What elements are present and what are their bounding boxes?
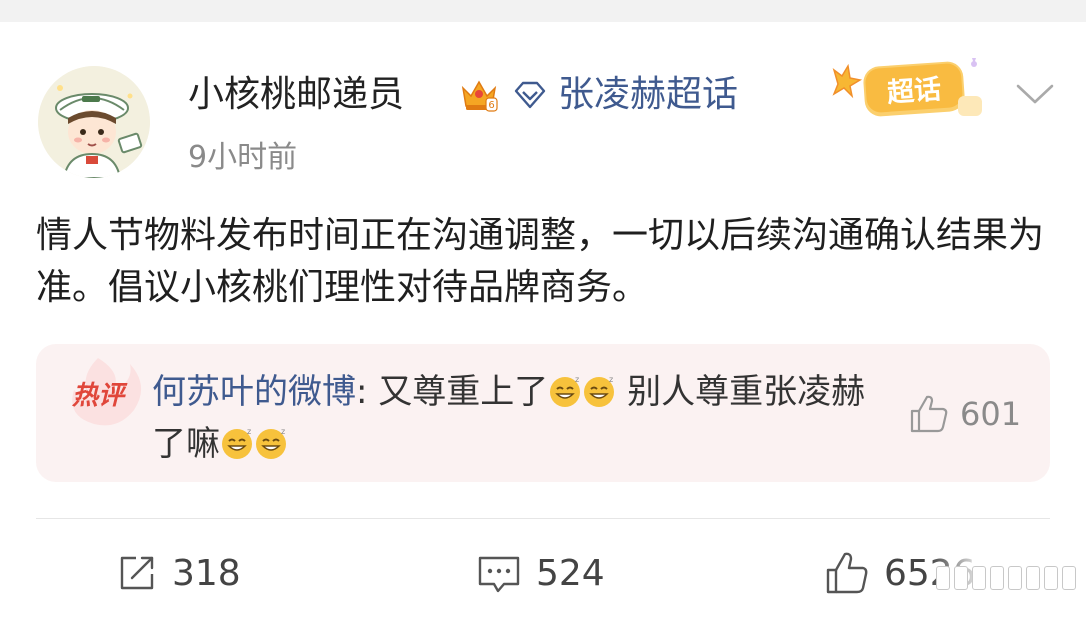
svg-text:z: z	[281, 427, 285, 436]
avatar-illustration	[38, 66, 150, 178]
svg-text:z: z	[575, 375, 579, 384]
hot-comment-body-1: 又尊重上了	[367, 372, 549, 412]
timestamp: 9小时前	[188, 140, 298, 175]
comment-icon	[478, 556, 520, 593]
supertopic-badge-icon[interactable]: 超话	[826, 48, 996, 132]
status-strip	[0, 0, 1086, 22]
hot-comment-text: 何苏叶的微博: 又尊重上了 z z 别人尊重张凌赫了嘛 z z	[152, 366, 872, 470]
username[interactable]: 小核桃邮递员	[188, 72, 404, 118]
hot-comment-like-button[interactable]: 601	[906, 390, 1021, 438]
comment-button[interactable]: 524	[474, 548, 605, 598]
hot-comment-like-count: 601	[960, 395, 1022, 433]
repost-count: 318	[172, 552, 241, 594]
post-text: 情人节物料发布时间正在沟通调整，一切以后续沟通确认结果为准。倡议小核桃们理性对待…	[36, 215, 1045, 308]
hot-comment-separator: :	[356, 372, 368, 412]
thumbs-up-icon	[910, 395, 948, 433]
supertopic-badge-label: 超话	[886, 74, 942, 109]
chevron-down-icon[interactable]	[1012, 76, 1058, 112]
divider	[36, 518, 1050, 519]
thumbs-up-icon	[826, 552, 868, 594]
svg-text:z: z	[609, 375, 613, 384]
hot-comment-tag: 热评	[71, 358, 142, 426]
hot-comment-card[interactable]: 热评 何苏叶的微博: 又尊重上了 z z 别人尊重张凌赫了嘛 z z 601	[36, 344, 1050, 482]
hot-comment-tag-label: 热评	[71, 381, 128, 411]
comment-count: 524	[536, 552, 605, 594]
svg-text:z: z	[247, 427, 251, 436]
repost-button[interactable]: 318	[114, 548, 241, 598]
supertopic-link[interactable]: 张凌赫超话	[558, 72, 738, 118]
crown-icon[interactable]: 6	[458, 74, 500, 116]
grin-emoji-icon: z	[550, 375, 581, 407]
grin-emoji-icon: z	[256, 427, 286, 459]
avatar[interactable]	[38, 66, 150, 178]
diamond-icon	[514, 81, 546, 109]
svg-text:6: 6	[488, 100, 494, 111]
grin-emoji-icon: z	[584, 375, 615, 407]
watermark-mark	[936, 566, 1076, 590]
grin-emoji-icon: z	[222, 427, 252, 459]
hot-comment-author[interactable]: 何苏叶的微博	[152, 372, 356, 412]
repost-icon	[120, 556, 154, 590]
